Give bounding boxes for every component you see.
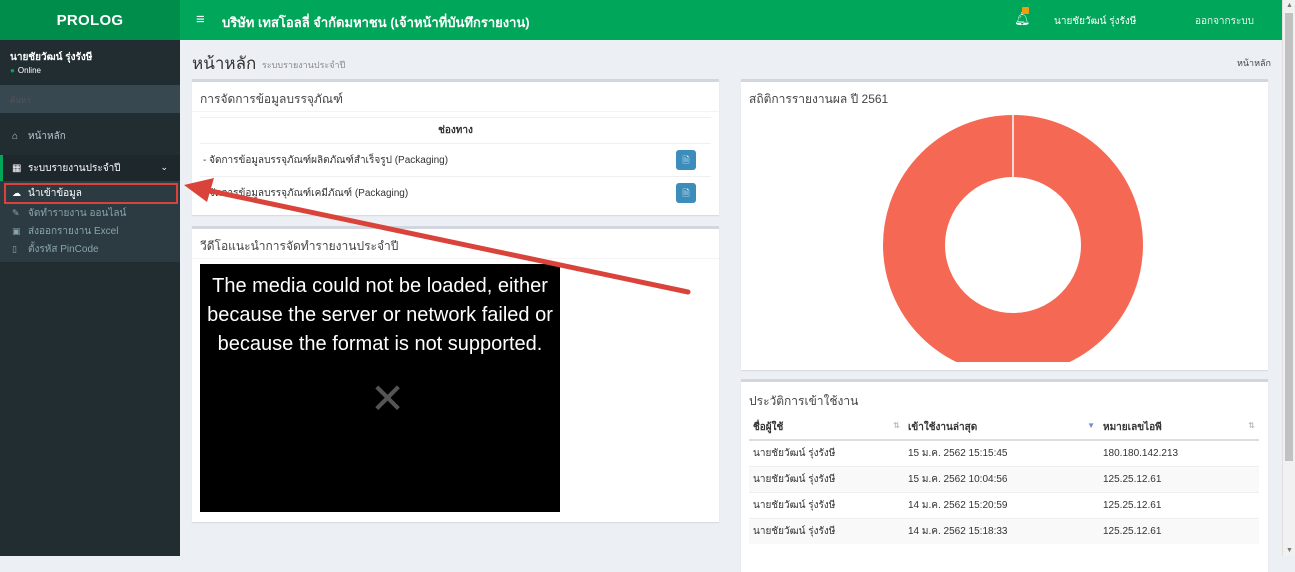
header-label: ชื่อผู้ใช้: [753, 422, 784, 433]
cell-ip: 125.25.12.61: [1099, 492, 1259, 519]
cell-ip: 125.25.12.61: [1099, 518, 1259, 544]
media-error-message: The media could not be loaded, either be…: [207, 275, 553, 355]
header-label: หมายเลขไอพี: [1103, 422, 1162, 433]
column-header-ip[interactable]: หมายเลขไอพี ⇅: [1099, 416, 1259, 441]
stats-box-title: สถิติการรายงานผล ปี 2561: [749, 92, 889, 106]
table-header-row: ชื่อผู้ใช้ ⇅ เข้าใช้งานล่าสุด ▼ หมายเลขไอพ…: [749, 416, 1259, 441]
sidebar-item-label: หน้าหลัก: [28, 130, 66, 142]
pin-icon: ▯: [12, 243, 17, 254]
video-box-title: วีดีโอแนะนำการจัดทำรายงานประจำปี: [200, 239, 399, 253]
scroll-up-icon[interactable]: ▲: [1286, 2, 1293, 9]
subitem-label: นำเข้าข้อมูล: [28, 188, 82, 199]
user-panel: นายชัยวัฒน์ รุ่งรังษี ● Online: [0, 40, 180, 85]
cell-login-time: 14 ม.ค. 2562 15:20:59: [904, 492, 1099, 519]
sidebar-item-annual-report[interactable]: ▦ ระบบรายงานประจำปี ⌄: [0, 155, 180, 181]
company-title: บริษัท เทสโอลลี่ จำกัดมหาชน (เจ้าหน้าที่…: [222, 15, 530, 30]
login-history-table: ชื่อผู้ใช้ ⇅ เข้าใช้งานล่าสุด ▼ หมายเลขไอพ…: [749, 416, 1259, 544]
sidebar-search[interactable]: ค้นหา: [0, 85, 180, 113]
sidebar-subitem-export-excel[interactable]: ▣ ส่งออกรายงาน Excel: [0, 222, 180, 240]
breadcrumb[interactable]: หน้าหลัก: [1237, 56, 1271, 70]
close-icon: ✕: [370, 374, 406, 423]
video-player[interactable]: The media could not be loaded, either be…: [200, 264, 560, 512]
packaging-row-action: 🗎︎: [661, 143, 711, 177]
cell-login-time: 15 ม.ค. 2562 10:04:56: [904, 466, 1099, 493]
sidebar-subitem-online-report[interactable]: ✎ จัดทำรายงาน ออนไลน์: [0, 204, 180, 222]
logout-link[interactable]: ออกจากระบบ: [1195, 14, 1254, 29]
page-title: หน้าหลัก: [192, 54, 257, 73]
home-icon: ⌂: [12, 130, 19, 142]
box-divider: [192, 111, 719, 112]
table-row: นายชัยวัฒน์ รุ่งรังษี 15 ม.ค. 2562 15:15…: [749, 439, 1259, 467]
sidebar-item-home[interactable]: ⌂ หน้าหลัก: [0, 123, 180, 149]
excel-icon: ▣: [12, 225, 21, 236]
column-header: ช่องทาง: [200, 117, 711, 144]
packaging-box: การจัดการข้อมูลบรรจุภัณฑ์ ช่องทาง - จัดก…: [192, 79, 719, 215]
sidebar-item-label: ระบบรายงานประจำปี: [28, 162, 121, 174]
pdf-icon[interactable]: 🗎︎: [676, 183, 696, 203]
column-header-last-login[interactable]: เข้าใช้งานล่าสุด ▼: [904, 416, 1099, 441]
sidebar: นายชัยวัฒน์ รุ่งรังษี ● Online ค้นหา ⌂ หน…: [0, 40, 180, 556]
search-placeholder: ค้นหา: [10, 96, 31, 105]
cell-ip: 125.25.12.61: [1099, 466, 1259, 493]
page-scrollbar[interactable]: ▲ ▼: [1282, 0, 1295, 556]
sort-icon: ⇅: [893, 421, 900, 430]
subitem-label: ส่งออกรายงาน Excel: [28, 225, 119, 237]
history-box-title: ประวัติการเข้าใช้งาน: [749, 394, 859, 408]
status-label: Online: [17, 66, 41, 75]
subitem-label: จัดทำรายงาน ออนไลน์: [28, 207, 127, 219]
cell-user: นายชัยวัฒน์ รุ่งรังษี: [749, 492, 904, 519]
box-divider: [192, 258, 719, 259]
table-header-row: ช่องทาง: [200, 117, 711, 144]
cell-login-time: 14 ม.ค. 2562 15:18:33: [904, 518, 1099, 544]
sort-icon: ⇅: [1248, 421, 1255, 430]
packaging-table: ช่องทาง - จัดการข้อมูลบรรจุภัณฑ์ผลิตภัณฑ…: [200, 117, 711, 209]
sort-desc-icon: ▼: [1087, 421, 1095, 430]
cloud-upload-icon: ☁: [12, 188, 21, 198]
sidebar-subitem-import-data[interactable]: ☁ นำเข้าข้อมูล: [4, 183, 178, 204]
top-user-name[interactable]: นายชัยวัฒน์ รุ่งรังษี: [1054, 14, 1136, 29]
sidebar-user-name: นายชัยวัฒน์ รุ่งรังษี: [10, 52, 93, 63]
cell-login-time: 15 ม.ค. 2562 15:15:45: [904, 439, 1099, 467]
status-dot-icon: ●: [10, 66, 15, 75]
packaging-row-label: - จัดการข้อมูลบรรจุภัณฑ์ผลิตภัณฑ์สำเร็จร…: [200, 143, 661, 177]
cell-user: นายชัยวัฒน์ รุ่งรังษี: [749, 439, 904, 467]
annual-report-submenu: ☁ นำเข้าข้อมูล ✎ จัดทำรายงาน ออนไลน์ ▣ ส…: [0, 181, 180, 262]
header-label: เข้าใช้งานล่าสุด: [908, 422, 978, 433]
packaging-row-label: - จัดการข้อมูลบรรจุภัณฑ์เคมีภัณฑ์ (Packa…: [200, 176, 661, 209]
scroll-down-icon[interactable]: ▼: [1286, 547, 1293, 554]
online-status: ● Online: [10, 66, 41, 75]
table-row: - จัดการข้อมูลบรรจุภัณฑ์ผลิตภัณฑ์สำเร็จร…: [200, 143, 711, 177]
table-row: นายชัยวัฒน์ รุ่งรังษี 15 ม.ค. 2562 10:04…: [749, 466, 1259, 493]
donut-chart: [883, 115, 1143, 362]
column-header-user[interactable]: ชื่อผู้ใช้ ⇅: [749, 416, 904, 441]
pdf-icon[interactable]: 🗎︎: [676, 150, 696, 170]
table-row: นายชัยวัฒน์ รุ่งรังษี 14 ม.ค. 2562 15:20…: [749, 492, 1259, 519]
cell-user: นายชัยวัฒน์ รุ่งรังษี: [749, 518, 904, 544]
video-box: วีดีโอแนะนำการจัดทำรายงานประจำปี The med…: [192, 226, 719, 522]
history-box: ประวัติการเข้าใช้งาน ชื่อผู้ใช้ ⇅ เข้าใช้…: [741, 379, 1268, 572]
page-subtitle: ระบบรายงานประจำปี: [262, 60, 346, 70]
top-navbar: PROLOG ≡ บริษัท เทสโอลลี่ จำกัดมหาชน (เจ…: [0, 0, 1282, 40]
packaging-box-title: การจัดการข้อมูลบรรจุภัณฑ์: [200, 92, 343, 106]
stats-box: สถิติการรายงานผล ปี 2561: [741, 79, 1268, 370]
cell-user: นายชัยวัฒน์ รุ่งรังษี: [749, 466, 904, 493]
logo[interactable]: PROLOG: [0, 0, 180, 40]
scrollbar-thumb[interactable]: [1285, 13, 1293, 461]
cell-ip: 180.180.142.213: [1099, 439, 1259, 467]
subitem-label: ตั้งรหัส PinCode: [28, 243, 99, 255]
edit-icon: ✎: [12, 207, 20, 218]
table-row: นายชัยวัฒน์ รุ่งรังษี 14 ม.ค. 2562 15:18…: [749, 518, 1259, 544]
table-row: - จัดการข้อมูลบรรจุภัณฑ์เคมีภัณฑ์ (Packa…: [200, 176, 711, 209]
menu-toggle-icon[interactable]: ≡: [196, 11, 205, 28]
chevron-down-icon: ⌄: [160, 162, 168, 172]
sidebar-subitem-pincode[interactable]: ▯ ตั้งรหัส PinCode: [0, 240, 180, 258]
notification-badge: [1022, 7, 1029, 14]
packaging-row-action: 🗎︎: [661, 176, 711, 209]
table-icon: ▦: [12, 162, 22, 174]
